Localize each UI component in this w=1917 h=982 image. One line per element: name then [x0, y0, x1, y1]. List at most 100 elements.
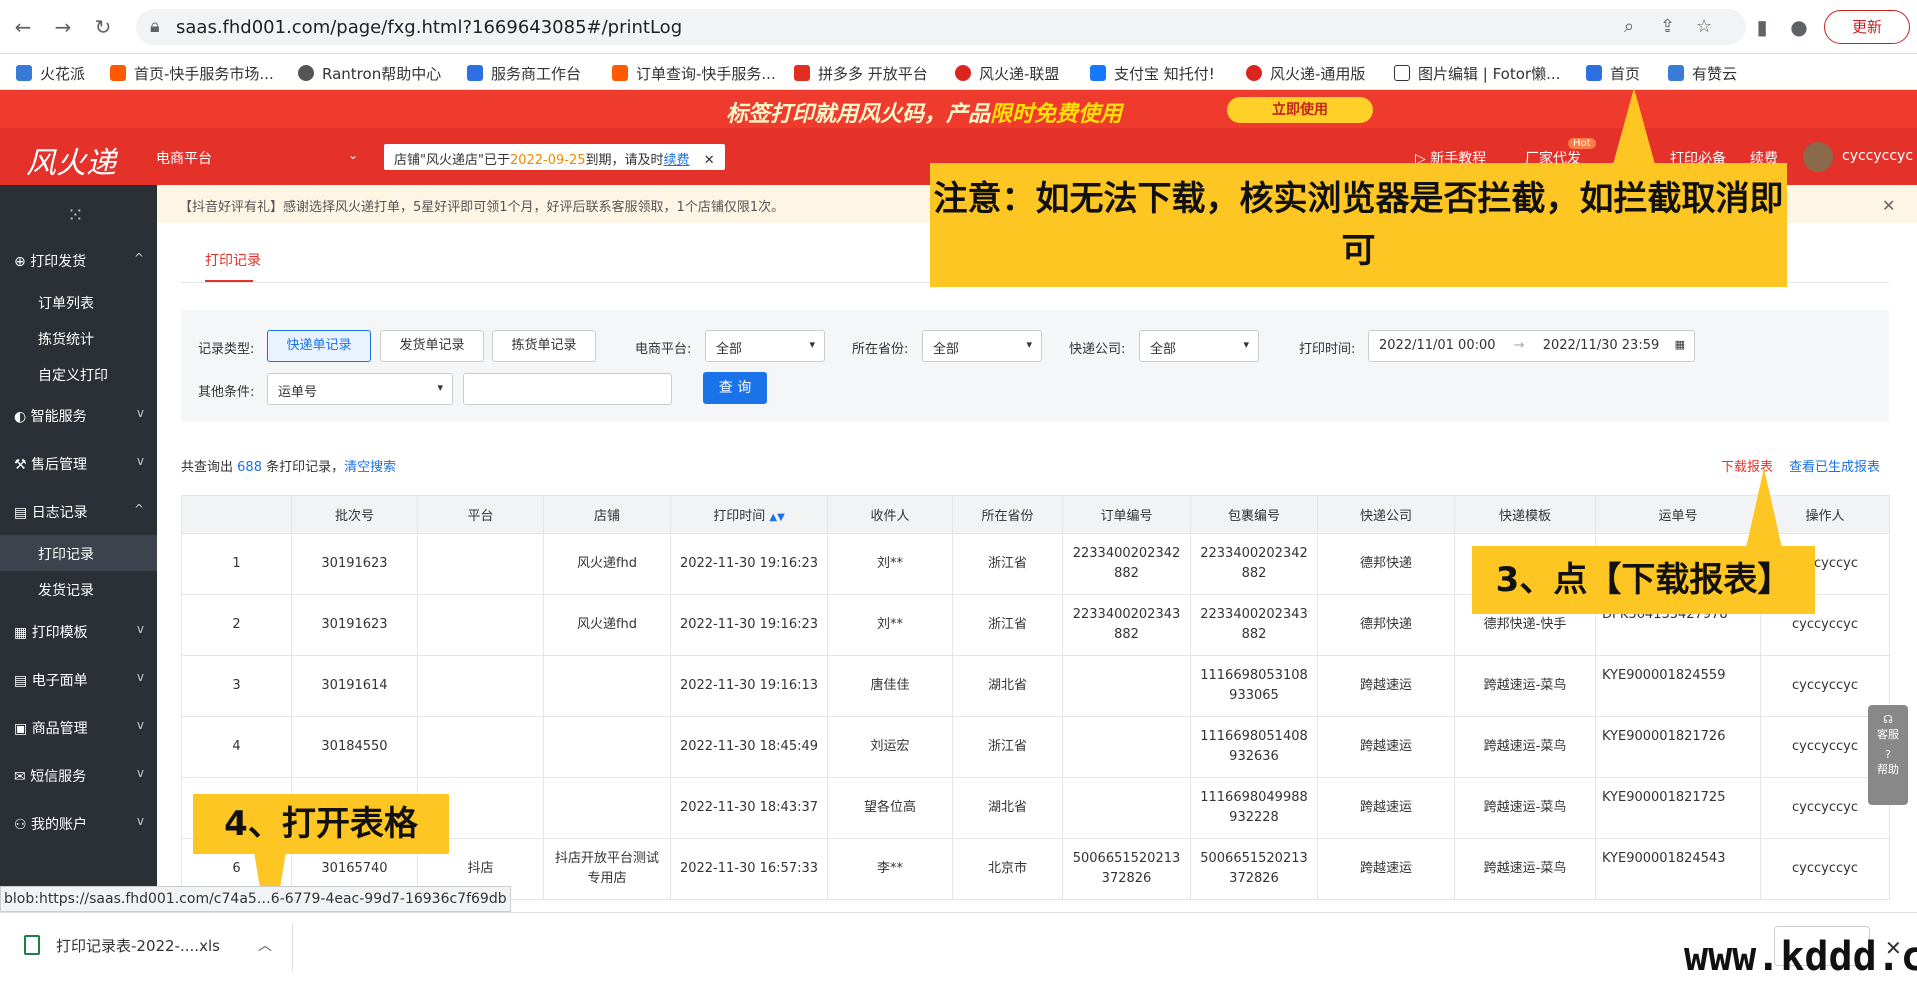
- table-cell: 2233400202343882: [1062, 594, 1191, 656]
- update-button[interactable]: 更新: [1824, 10, 1910, 44]
- sidebar-item-orders[interactable]: 订单列表: [38, 293, 94, 313]
- table-cell: 刘**: [827, 533, 953, 595]
- reload-icon[interactable]: ↻: [90, 14, 116, 40]
- province-label: 所在省份:: [852, 342, 909, 357]
- platform-select[interactable]: 全部 ▾: [705, 330, 825, 362]
- platform-select[interactable]: 电商平台: [156, 148, 212, 168]
- sidebar: ⁙ ⊕ 打印发货 ^ 订单列表 拣货统计 自定义打印 ◐ 智能服务 v ⚒ 售后管理…: [0, 185, 157, 905]
- sidebar-item-pick-stats[interactable]: 拣货统计: [38, 329, 94, 349]
- headset-icon: ☊: [1883, 713, 1893, 726]
- table-cell: [417, 655, 544, 717]
- chevron-up-icon[interactable]: ︿: [258, 935, 272, 955]
- sidebar-section-products[interactable]: ▣ 商品管理 v: [14, 718, 144, 738]
- table-cell: 跨越速运: [1317, 838, 1455, 900]
- table-row[interactable]: 3 30191614 2022-11-30 19:16:13 唐佳佳 湖北省 111669…: [181, 655, 1890, 717]
- callout-step3: 3、点【下载报表】: [1472, 546, 1815, 614]
- sidepanel-icon[interactable]: ▮: [1749, 14, 1775, 40]
- sort-icon[interactable]: ▲▼: [769, 512, 784, 523]
- condition-select[interactable]: 运单号 ▾: [267, 373, 453, 405]
- table-cell: [543, 716, 671, 778]
- forward-icon[interactable]: →: [50, 14, 76, 40]
- column-header: [181, 495, 292, 534]
- province-select[interactable]: 全部 ▾: [922, 330, 1042, 362]
- avatar[interactable]: [1803, 142, 1833, 172]
- bookmark[interactable]: 火花派: [16, 63, 85, 84]
- bookmark[interactable]: 订单查询-快手服务...: [612, 63, 776, 84]
- bookmark[interactable]: 图片编辑 | Fotor懒...: [1394, 63, 1560, 84]
- bookmark[interactable]: 风火递-联盟: [955, 63, 1059, 84]
- sidebar-section-print-ship[interactable]: ⊕ 打印发货 ^: [14, 251, 144, 271]
- grid-icon[interactable]: ⁙: [67, 203, 84, 227]
- renew-link[interactable]: 续费: [664, 153, 690, 168]
- sidebar-section-account[interactable]: ⚇ 我的账户 v: [14, 814, 144, 834]
- clear-search-link[interactable]: 清空搜索: [344, 460, 396, 475]
- table-cell: [1062, 655, 1191, 717]
- star-icon[interactable]: ☆: [1696, 16, 1712, 37]
- promo-button[interactable]: 立即使用: [1227, 97, 1373, 123]
- sidebar-section-smart[interactable]: ◐ 智能服务 v: [14, 406, 144, 426]
- table-cell: 1116698051408932636: [1190, 716, 1318, 778]
- bookmark[interactable]: 首页: [1586, 63, 1640, 84]
- table-cell: 风火递fhd: [543, 533, 671, 595]
- table-cell: 2233400202342882: [1062, 533, 1191, 595]
- sidebar-section-logs[interactable]: ▤ 日志记录 ^: [14, 502, 144, 522]
- condition-input[interactable]: [463, 373, 672, 405]
- callout-arrow: [1746, 468, 1782, 548]
- table-cell: 跨越速运-菜鸟: [1454, 777, 1596, 839]
- type-picking-button[interactable]: 拣货单记录: [492, 330, 596, 362]
- bookmark[interactable]: 风火递-通用版: [1246, 63, 1365, 84]
- close-icon[interactable]: ✕: [1885, 936, 1902, 960]
- share-icon[interactable]: ⇪: [1660, 16, 1675, 37]
- view-reports-link[interactable]: 查看已生成报表: [1789, 456, 1880, 475]
- column-header: 订单编号: [1062, 495, 1191, 534]
- type-shipping-button[interactable]: 发货单记录: [380, 330, 484, 362]
- table-cell: KYE900001821726: [1595, 716, 1761, 778]
- chevron-down-icon[interactable]: ⌄: [348, 148, 358, 162]
- sidebar-item-custom-print[interactable]: 自定义打印: [38, 365, 108, 385]
- back-icon[interactable]: ←: [10, 14, 36, 40]
- tab-print-log[interactable]: 打印记录: [205, 250, 261, 270]
- type-express-button[interactable]: 快递单记录: [267, 330, 371, 362]
- close-icon[interactable]: ✕: [1882, 196, 1895, 215]
- address-bar[interactable]: 🔒︎ saas.fhd001.com/page/fxg.html?1669643…: [136, 9, 1746, 45]
- profile-icon[interactable]: ●: [1786, 14, 1812, 40]
- table-cell: 唐佳佳: [827, 655, 953, 717]
- platform-label: 电商平台:: [635, 342, 692, 357]
- download-bar: 打印记录表-2022-....xls ︿: [0, 912, 1917, 982]
- date-start: 2022/11/01 00:00: [1379, 338, 1496, 353]
- excel-file-icon: [24, 935, 40, 955]
- time-label: 打印时间:: [1299, 342, 1356, 357]
- zoom-icon[interactable]: ⌕: [1624, 16, 1634, 37]
- support-float[interactable]: ☊ 客服 ? 帮助: [1868, 705, 1908, 805]
- close-icon[interactable]: ✕: [704, 153, 715, 168]
- download-item[interactable]: 打印记录表-2022-....xls: [24, 935, 220, 956]
- table-cell: 望各位高: [827, 777, 953, 839]
- sidebar-section-templates[interactable]: ▦ 打印模板 v: [14, 622, 144, 642]
- user-name[interactable]: cyccyccyc: [1842, 148, 1913, 164]
- table-cell: 跨越速运-菜鸟: [1454, 655, 1596, 717]
- sidebar-item-ship-log[interactable]: 发货记录: [38, 580, 94, 600]
- sidebar-section-ewaybill[interactable]: ▤ 电子面单 v: [14, 670, 144, 690]
- bookmark[interactable]: 首页-快手服务市场...: [110, 63, 274, 84]
- bookmark[interactable]: 服务商工作台: [467, 63, 581, 84]
- table-cell: 跨越速运: [1317, 777, 1455, 839]
- sidebar-section-sms[interactable]: ✉ 短信服务 v: [14, 766, 144, 786]
- sidebar-section-aftersale[interactable]: ⚒ 售后管理 v: [14, 454, 144, 474]
- table-cell: 风火递fhd: [543, 594, 671, 656]
- table-cell: 跨越速运-菜鸟: [1454, 716, 1596, 778]
- bookmark[interactable]: 支付宝 知托付!: [1090, 63, 1215, 84]
- table-row[interactable]: 4 30184550 2022-11-30 18:45:49 刘运宏 浙江省 111669…: [181, 716, 1890, 778]
- column-header: 快递公司: [1317, 495, 1455, 534]
- bookmark[interactable]: 有赞云: [1668, 63, 1737, 84]
- bookmark[interactable]: 拼多多 开放平台: [794, 63, 928, 84]
- search-button[interactable]: 查 询: [703, 372, 767, 404]
- table-cell: 3: [181, 655, 292, 717]
- logo: 风火递: [26, 146, 116, 181]
- chevron-down-icon: ▾: [437, 381, 443, 394]
- bookmark[interactable]: Rantron帮助中心: [298, 63, 441, 84]
- date-arrow: →: [1513, 338, 1525, 353]
- express-select[interactable]: 全部 ▾: [1139, 330, 1259, 362]
- sidebar-item-print-log[interactable]: 打印记录: [38, 544, 94, 564]
- date-range-picker[interactable]: 2022/11/01 00:00 → 2022/11/30 23:59 ▦: [1368, 330, 1695, 362]
- column-header-sortable[interactable]: 打印时间 ▲▼: [670, 495, 828, 534]
